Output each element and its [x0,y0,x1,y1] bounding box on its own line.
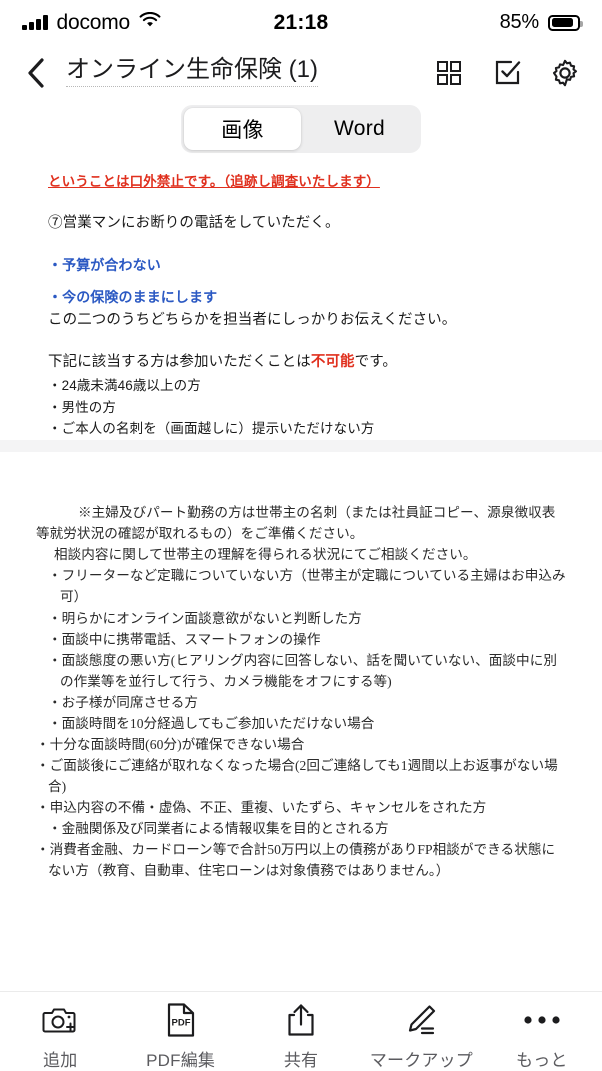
document-scroll-area[interactable]: ということは口外禁止です。（追跡し調査いたします） ⑦営業マンにお断りの電話をし… [0,157,602,991]
page1-red-heading: ということは口外禁止です。（追跡し調査いたします） [48,174,380,189]
tab-word[interactable]: Word [301,108,418,150]
page1-notice-emphasis: 不可能 [310,354,355,371]
page2-bullet-4: ・お子様が同席させる方 [48,694,199,710]
page2-bullet-5: ・面談時間を10分経過してもご参加いただけない場合 [48,715,375,731]
document-page-2[interactable]: ※主婦及びパート勤務の方は世帯主の名刺（または社員証コピー、源泉徴収表等就労状況… [0,452,602,991]
page1-confirm-line: この二つのうちどちらかを担当者にしっかりお伝えください。 [48,311,457,328]
page1-notice-prefix: 下記に該当する方は参加いただくことは [48,354,311,371]
battery-percent-label: 85% [499,11,540,33]
page-separator [0,440,602,453]
gear-icon[interactable] [550,58,580,88]
page2-bullet-0: ・フリーターなど定職についていない方（世帯主が定職についている主婦はお申込み可） [48,568,566,605]
page1-blue-bullet-1: ・予算が合わない [48,257,161,274]
grid-view-icon[interactable] [434,58,464,88]
status-bar-left: docomo [22,11,161,35]
status-bar-right: 85% [499,11,583,34]
ellipsis-icon [523,1002,561,1038]
signal-bars-icon [22,15,48,30]
svg-text:PDF: PDF [171,1018,190,1029]
navigation-actions [434,58,580,88]
page1-bullet-1: ・男性の方 [48,399,116,415]
toolbar-add-button[interactable]: 追加 [0,1002,120,1071]
view-mode-segmented-control[interactable]: 画像 Word [181,104,421,153]
back-button[interactable] [26,56,52,90]
document-page-1[interactable]: ということは口外禁止です。（追跡し調査いたします） ⑦営業マンにお断りの電話をし… [0,157,602,441]
wifi-icon [139,11,161,33]
app-screen: docomo 21:18 85% オンライン生命保険 (1) 画像 Word と… [0,0,602,1071]
tab-image[interactable]: 画像 [184,107,301,150]
page2-bullet-8: ・申込内容の不備・虚偽、不正、重複、いたずら、キャンセルをされた方 [36,800,487,816]
page2-bullet-1: ・明らかにオンライン面談意欲がないと判断した方 [48,610,362,626]
carrier-label: docomo [56,10,131,34]
page2-bullet-3: ・面談態度の悪い方(ヒアリング内容に回答しない、話を聞いていない、面談中に別の作… [48,652,557,689]
page-title[interactable]: オンライン生命保険 (1) [66,58,318,87]
battery-icon [548,14,583,31]
page2-bullet-10: ・消費者金融、カードローン等で合計50万円以上の債務がありFP相談ができる状態に… [36,842,556,879]
page2-bullet-2: ・面談中に携帯電話、スマートフォンの操作 [48,631,321,647]
page2-bullet-6: ・十分な面談時間(60分)が確保できない場合 [36,736,305,752]
view-mode-segment-wrapper: 画像 Word [0,100,602,157]
page1-notice-line: 下記に該当する方は参加いただくことは不可能です。 [48,351,554,374]
bottom-toolbar: 追加 PDF PDF編集 共有 マークアップ もっと [0,991,602,1071]
page2-bullet-7: ・ご面談後にご連絡が取れなくなった場合(2回ご連絡しても1週間以上お返事がない場… [36,757,558,795]
toolbar-markup-button[interactable]: マークアップ [361,1002,481,1071]
toolbar-share-button[interactable]: 共有 [241,1002,361,1071]
page1-bullet-0: ・24歳未満46歳以上の方 [48,377,201,393]
select-checkbox-icon[interactable] [492,58,522,88]
toolbar-share-label: 共有 [283,1051,319,1070]
page2-note-1: ※主婦及びパート勤務の方は世帯主の名刺（または社員証コピー、源泉徴収表等就労状況… [36,505,556,542]
toolbar-pdf-edit-label: PDF編集 [146,1051,216,1070]
page1-item-7: ⑦営業マンにお断りの電話をしていただく。 [48,214,340,231]
navigation-bar: オンライン生命保険 (1) [0,45,602,100]
pencil-markup-icon [404,1002,438,1038]
toolbar-pdf-edit-button[interactable]: PDF PDF編集 [120,1002,240,1071]
status-bar: docomo 21:18 85% [0,0,602,45]
page1-blue-bullet-2: ・今の保険のままにします [48,289,218,306]
pdf-file-icon: PDF [166,1002,196,1038]
toolbar-more-button[interactable]: もっと [482,1002,602,1071]
toolbar-more-label: もっと [516,1051,568,1070]
camera-add-icon [42,1002,78,1038]
page1-notice-suffix: です。 [354,354,397,371]
share-icon [286,1002,316,1038]
page2-note-2: 相談内容に関して世帯主の理解を得られる状況にてご相談ください。 [54,547,477,563]
page1-bullet-2: ・ご本人の名刺を（画面越しに）提示いただけない方 [48,421,375,437]
toolbar-markup-label: マークアップ [369,1051,474,1070]
page2-bullet-9: ・金融関係及び同業者による情報収集を目的とされる方 [48,821,389,837]
toolbar-add-label: 追加 [43,1051,78,1070]
